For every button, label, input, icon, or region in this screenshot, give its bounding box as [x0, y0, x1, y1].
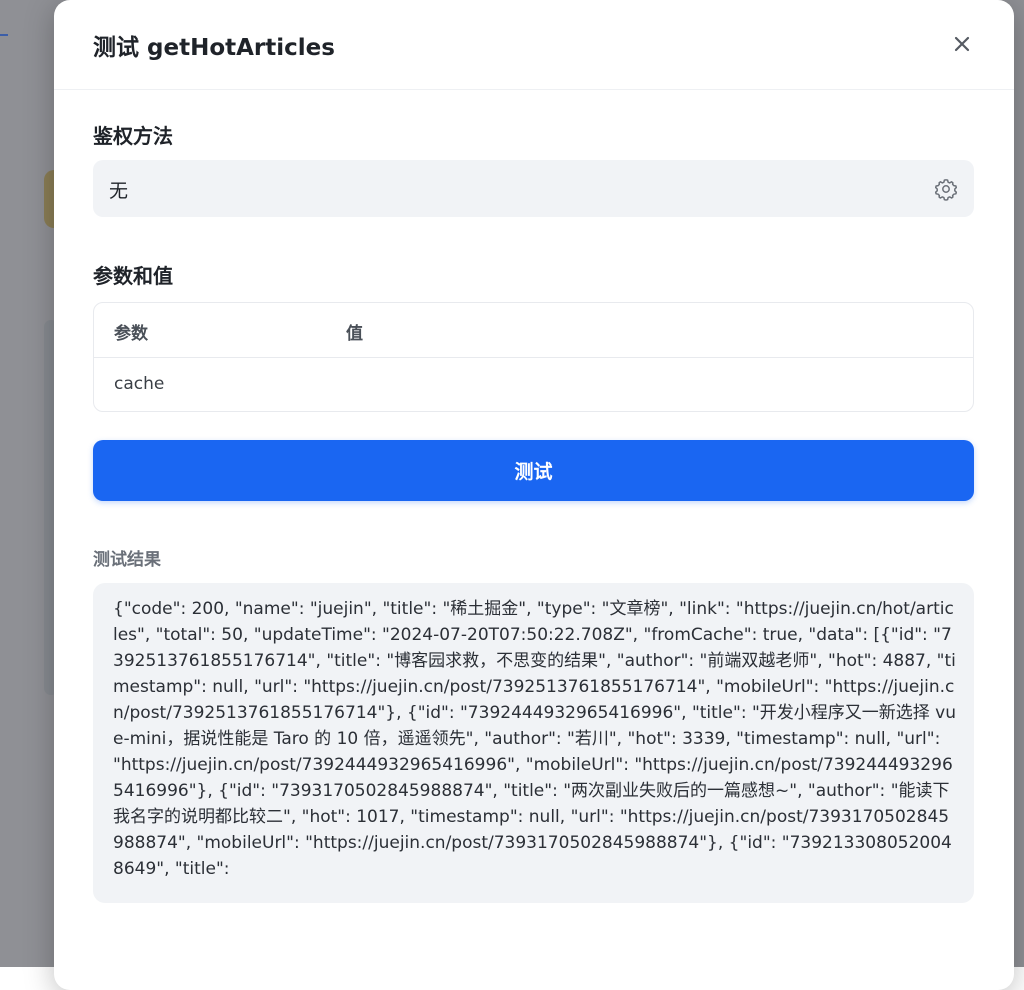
column-header-value: 值	[346, 324, 363, 344]
table-row: cache	[94, 358, 973, 411]
params-table-header: 参数 值	[94, 303, 973, 358]
auth-method-label: 鉴权方法	[93, 124, 173, 148]
params-table: 参数 值 cache	[93, 302, 974, 412]
test-dialog: 测试 getHotArticles 鉴权方法 无 参数和值 参数 值 cache…	[54, 0, 1014, 990]
param-name: cache	[114, 374, 165, 394]
params-label: 参数和值	[93, 264, 173, 288]
close-button[interactable]	[947, 29, 977, 59]
gear-icon[interactable]	[934, 177, 958, 201]
result-output[interactable]: {"code": 200, "name": "juejin", "title":…	[93, 583, 974, 903]
dialog-title: 测试 getHotArticles	[93, 35, 335, 61]
column-header-param: 参数	[114, 324, 148, 344]
test-button[interactable]: 测试	[93, 440, 974, 501]
auth-method-select[interactable]: 无	[93, 160, 974, 217]
dialog-header: 测试 getHotArticles	[54, 0, 1014, 90]
background-divider	[0, 34, 8, 36]
close-icon	[954, 36, 970, 52]
param-value-input[interactable]	[344, 368, 948, 402]
result-text: {"code": 200, "name": "juejin", "title":…	[113, 599, 957, 879]
result-label: 测试结果	[93, 550, 161, 570]
auth-method-value: 无	[109, 180, 129, 202]
